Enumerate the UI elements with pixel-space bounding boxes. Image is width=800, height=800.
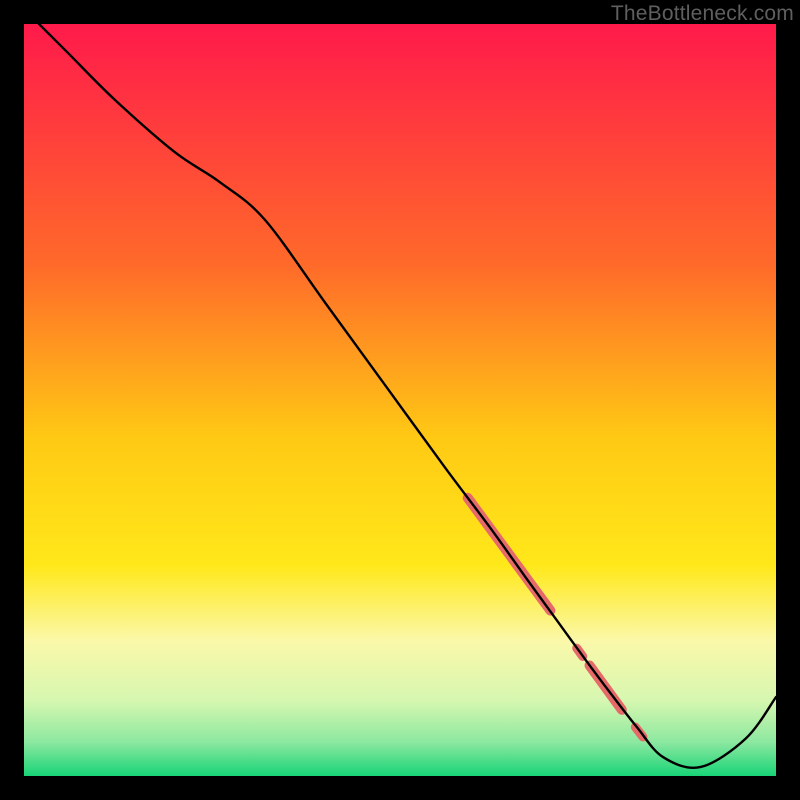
plot-area bbox=[24, 24, 776, 776]
watermark-text: TheBottleneck.com bbox=[611, 2, 794, 26]
chart-svg bbox=[24, 24, 776, 776]
chart-frame: TheBottleneck.com bbox=[0, 0, 800, 800]
gradient-background bbox=[24, 24, 776, 776]
